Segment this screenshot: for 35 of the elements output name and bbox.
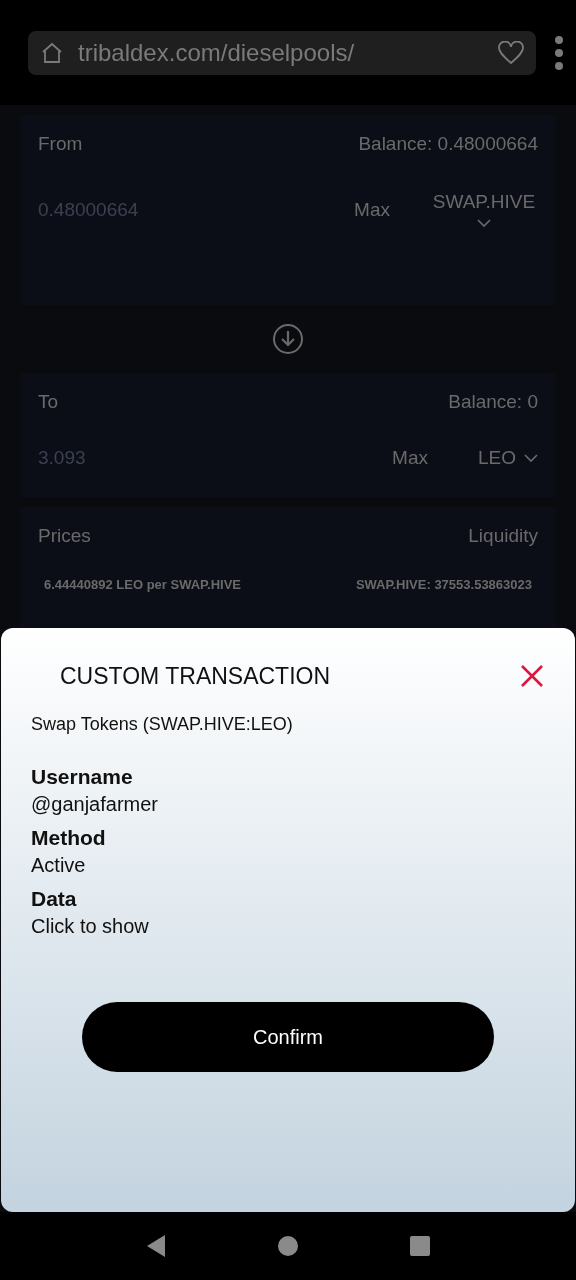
field-label: Username: [31, 765, 134, 789]
balance-text: Balance: 0: [448, 391, 538, 413]
amount-input[interactable]: 0.48000664: [38, 198, 355, 221]
token-selector[interactable]: LEO: [477, 447, 516, 469]
field-value: @ganjafarmer: [31, 793, 159, 815]
from-label: From: [38, 133, 83, 155]
chevron-down-icon: [477, 219, 491, 228]
token-selector[interactable]: SWAP.HIVE: [432, 191, 536, 213]
home-icon[interactable]: [40, 40, 64, 65]
url-text: tribaldex.com/dieselpools/: [78, 38, 356, 67]
field-label: Method: [31, 826, 107, 850]
heart-icon[interactable]: [498, 40, 524, 65]
back-icon[interactable]: [145, 1234, 167, 1258]
amount-input[interactable]: 3.093: [38, 447, 393, 469]
confirm-button[interactable]: Confirm: [82, 1002, 494, 1072]
balance-text: Balance: 0.48000664: [358, 133, 538, 155]
field-value: Click to show: [31, 915, 149, 937]
max-button[interactable]: Max: [354, 198, 390, 221]
field-value: Active: [31, 854, 86, 876]
price-text: 6.44440892 LEO per SWAP.HIVE: [44, 577, 242, 592]
chevron-down-icon: [524, 453, 538, 463]
liquidity-label: Liquidity: [468, 525, 538, 547]
prices-label: Prices: [38, 525, 91, 547]
dialog-title: CUSTOM TRANSACTION: [60, 662, 331, 690]
dialog-subtitle: Swap Tokens (SWAP.HIVE:LEO): [31, 714, 294, 735]
to-label: To: [38, 391, 59, 413]
recents-icon[interactable]: [409, 1235, 431, 1257]
max-button[interactable]: Max: [392, 447, 428, 469]
menu-icon[interactable]: [554, 35, 564, 70]
liquidity-text: SWAP.HIVE: 37553.53863023: [355, 577, 532, 592]
home-icon[interactable]: [277, 1235, 299, 1257]
address-bar[interactable]: tribaldex.com/dieselpools/: [28, 30, 536, 75]
arrow-down-circle-icon[interactable]: [272, 323, 304, 355]
close-button[interactable]: [519, 663, 545, 689]
field-label: Data: [31, 887, 78, 911]
